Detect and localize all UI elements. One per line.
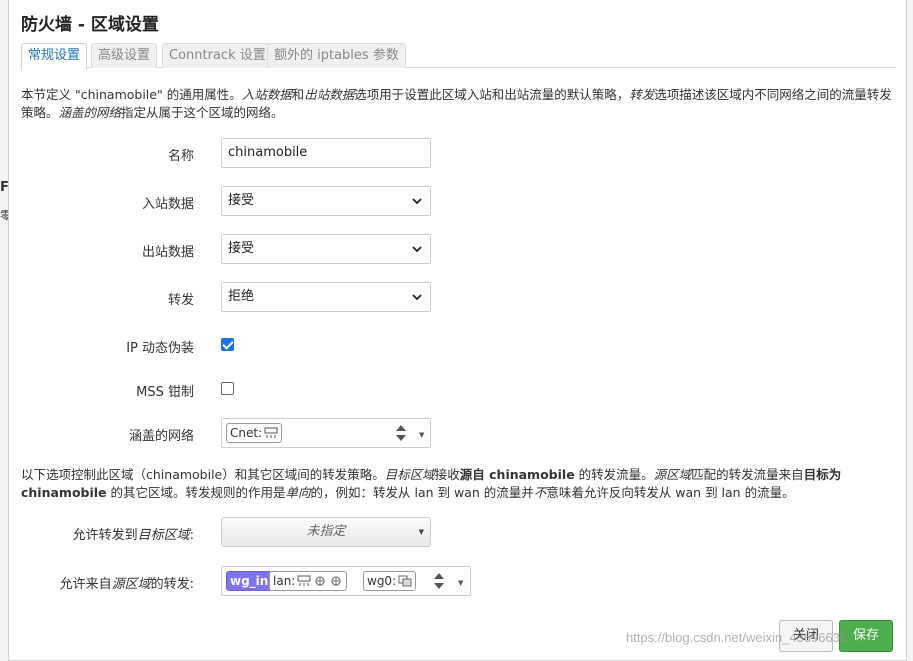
chevron-down-icon [412, 294, 422, 301]
name-input[interactable]: chinamobile [221, 138, 431, 168]
spinner-icon[interactable] [432, 570, 446, 592]
chevron-down-icon [412, 246, 422, 253]
name-label: 名称 [167, 149, 194, 164]
mss-clamping-label: MSS 钳制 [136, 385, 194, 400]
network-icon [297, 575, 311, 586]
tab-general[interactable]: 常规设置 [21, 43, 88, 69]
forward-policy-value: 拒绝 [228, 289, 255, 304]
forward-dest-label: 允许转发到目标区域: [72, 528, 194, 543]
forward-dest-dropdown[interactable]: 未指定 ▼ [221, 517, 431, 547]
zone-chip-wg0[interactable]: wg0: [363, 571, 417, 591]
tab-advanced[interactable]: 高级设置 [91, 43, 158, 68]
masquerade-checkbox[interactable] [221, 338, 234, 351]
dropdown-caret-icon: ▼ [418, 528, 424, 536]
watermark-text: https://blog.csdn.net/weixin_43696636 [626, 630, 848, 645]
general-description: 本节定义 "chinamobile" 的通用属性。入站数据和出站数据选项用于设置… [21, 87, 892, 120]
input-policy-label: 入站数据 [141, 197, 194, 212]
chevron-down-icon [412, 198, 422, 205]
forwarding-description: 以下选项控制此区域（chinamobile）和其它区域间的转发策略。目标区域接收… [21, 467, 842, 500]
forward-policy-select[interactable]: 拒绝 [221, 282, 431, 312]
tab-iptables[interactable]: 额外的 iptables 参数 [267, 43, 406, 68]
tunnel-icon [398, 575, 412, 587]
mss-clamping-checkbox[interactable] [221, 382, 234, 395]
switch-icon [315, 576, 325, 586]
forward-src-label: 允许来自源区域的转发: [59, 577, 194, 592]
zone-settings-dialog: 防火墙 - 区域设置 常规设置 高级设置 Conntrack 设置 额外的 ip… [8, 0, 907, 661]
masquerade-label: IP 动态伪装 [126, 341, 194, 356]
covered-networks-label: 涵盖的网络 [128, 429, 194, 444]
tab-conntrack[interactable]: Conntrack 设置 [162, 43, 273, 68]
forward-dest-value: 未指定 [306, 524, 346, 539]
network-chip-cnet[interactable]: Cnet: [226, 423, 283, 443]
background-panel: F 零 [0, 0, 11, 661]
background-panel-right [907, 0, 913, 661]
zone-chip-lan[interactable]: lan: [269, 571, 348, 591]
input-policy-value: 接受 [228, 193, 255, 208]
spinner-icon[interactable] [394, 422, 408, 444]
tab-bar: 常规设置 高级设置 Conntrack 设置 额外的 iptables 参数 [21, 43, 896, 69]
output-policy-label: 出站数据 [141, 245, 194, 260]
forward-policy-label: 转发 [167, 293, 194, 308]
dropdown-caret-icon[interactable]: ▼ [419, 431, 424, 439]
output-policy-value: 接受 [228, 241, 255, 256]
zone-chip-wg-in[interactable]: wg_in [226, 571, 273, 591]
network-icon [264, 427, 278, 438]
output-policy-select[interactable]: 接受 [221, 234, 431, 264]
dialog-title: 防火墙 - 区域设置 [21, 15, 159, 35]
forward-src-select[interactable]: wg_in lan: wg0: ▼ [221, 566, 471, 596]
covered-networks-select[interactable]: Cnet: ▼ [221, 418, 431, 448]
input-policy-select[interactable]: 接受 [221, 186, 431, 216]
dropdown-caret-icon[interactable]: ▼ [458, 579, 463, 587]
switch-icon [331, 576, 341, 586]
